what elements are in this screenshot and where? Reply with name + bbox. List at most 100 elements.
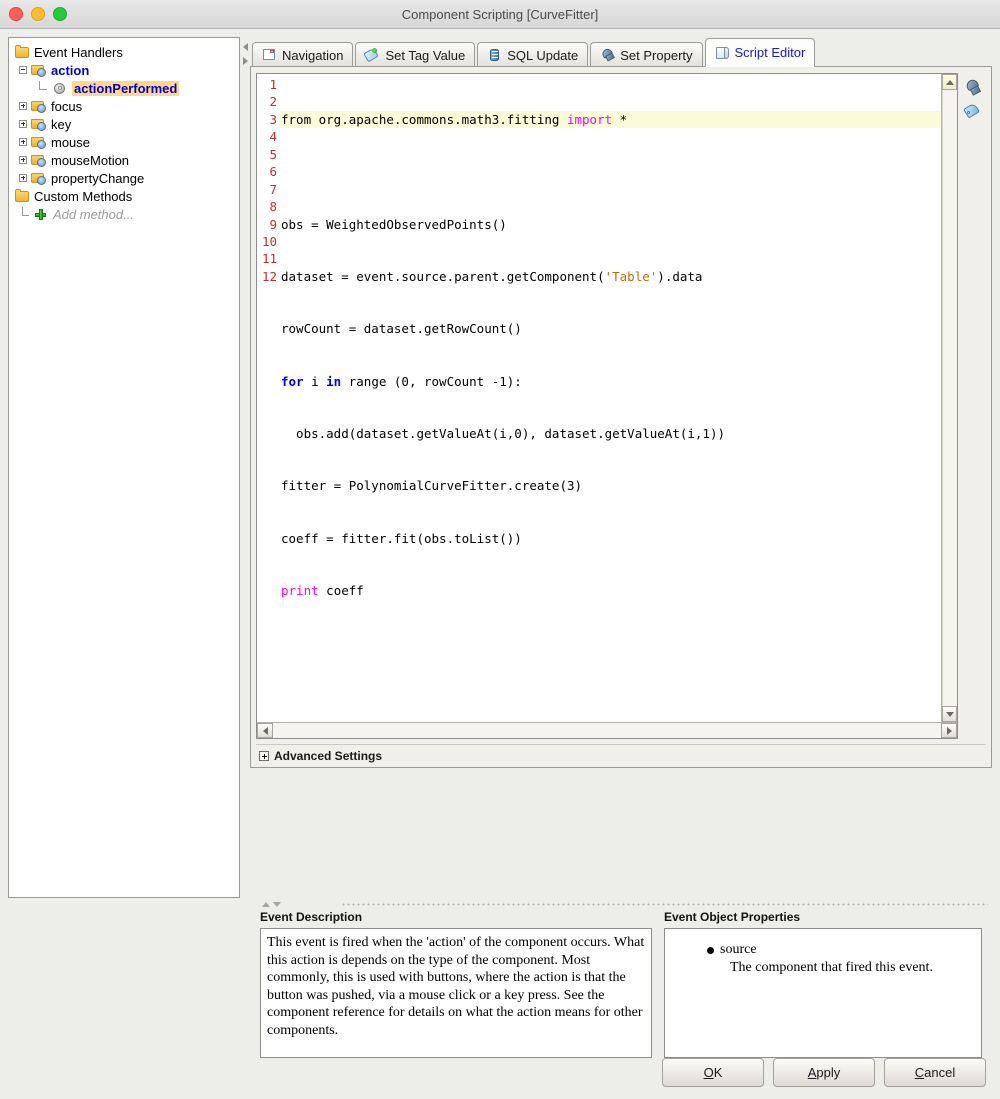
advanced-settings-toggle[interactable]: Advanced Settings [256, 744, 986, 767]
tree-node-mouse[interactable]: mouse [9, 133, 239, 151]
folder-icon [14, 45, 31, 60]
script-icon [715, 46, 730, 60]
folder-gear-icon [31, 171, 48, 186]
minimize-button[interactable] [31, 7, 45, 21]
tab-label: Set Property [620, 48, 692, 63]
expand-toggle-focus[interactable] [17, 100, 30, 113]
code-text[interactable]: from org.apache.commons.math3.fitting im… [279, 74, 941, 722]
folder-gear-icon [31, 99, 48, 114]
tab-label: Set Tag Value [385, 48, 465, 63]
close-button[interactable] [9, 7, 23, 21]
expand-toggle-mouse[interactable] [17, 136, 30, 149]
tab-navigation[interactable]: Navigation [252, 42, 353, 67]
event-description-panel: Event Description This event is fired wh… [260, 910, 652, 1058]
splitter-collapse-down-icon[interactable] [273, 902, 281, 907]
tree-node-event-handlers[interactable]: Event Handlers [9, 43, 239, 61]
tree-node-focus[interactable]: focus [9, 97, 239, 115]
event-description-text: This event is fired when the 'action' of… [260, 928, 652, 1058]
expand-toggle-key[interactable] [17, 118, 30, 131]
insert-property-icon[interactable] [963, 79, 982, 97]
tab-script-editor[interactable]: Script Editor [705, 38, 816, 67]
window-title: Component Scripting [CurveFitter] [0, 7, 1000, 22]
code-line [279, 163, 941, 180]
tree-node-label: Add method... [53, 207, 134, 222]
editor-wrapper: 1 2 3 4 5 6 7 8 9 10 [256, 73, 986, 739]
tree-node-add-method[interactable]: Add method... [9, 205, 239, 223]
apply-label: Apply [808, 1065, 841, 1080]
expand-toggle-property-change[interactable] [17, 172, 30, 185]
code-line [279, 634, 941, 651]
scroll-up-button[interactable] [942, 74, 957, 90]
apply-button[interactable]: Apply [773, 1058, 875, 1087]
code-line: obs.add(dataset.getValueAt(i,0), dataset… [279, 425, 941, 442]
line-number: 2 [257, 93, 279, 110]
ok-button[interactable]: OK [662, 1058, 764, 1087]
line-number-gutter: 1 2 3 4 5 6 7 8 9 10 [257, 74, 279, 722]
splitter-handles[interactable] [262, 902, 281, 907]
tree-node-property-change[interactable]: propertyChange [9, 169, 239, 187]
horizontal-splitter[interactable] [260, 898, 992, 910]
expand-toggle-mouse-motion[interactable] [17, 154, 30, 167]
tree-node-custom-methods[interactable]: Custom Methods [9, 187, 239, 205]
line-number: 7 [257, 181, 279, 198]
script-editor-pane: 1 2 3 4 5 6 7 8 9 10 [250, 66, 992, 768]
line-number: 8 [257, 198, 279, 215]
splitter-collapse-up-icon[interactable] [262, 902, 270, 907]
tree-node-action[interactable]: action [9, 61, 239, 79]
hscroll-track[interactable] [273, 723, 941, 738]
tree-node-label: propertyChange [51, 171, 144, 186]
folder-gear-icon [31, 153, 48, 168]
code-line: dataset = event.source.parent.getCompone… [279, 268, 941, 285]
editor-horizontal-scrollbar[interactable] [257, 722, 957, 738]
splitter-collapse-right-icon[interactable] [243, 57, 248, 65]
insert-tag-icon[interactable] [963, 103, 982, 120]
splitter-grip[interactable] [341, 903, 988, 906]
code-line: obs = WeightedObservedPoints() [279, 216, 941, 233]
tree-node-mouse-motion[interactable]: mouseMotion [9, 151, 239, 169]
event-object-properties-title: Event Object Properties [664, 910, 982, 924]
tree-node-label: action [51, 63, 89, 78]
line-number: 12 [257, 268, 279, 285]
code-surface[interactable]: 1 2 3 4 5 6 7 8 9 10 [257, 74, 941, 722]
code-line: coeff = fitter.fit(obs.toList()) [279, 530, 941, 547]
gear-icon [52, 81, 69, 96]
code-line: for i in range (0, rowCount -1): [279, 373, 941, 390]
editor-vertical-scrollbar[interactable] [941, 74, 957, 722]
code-line: fitter = PolynomialCurveFitter.create(3) [279, 477, 941, 494]
code-editor-viewport[interactable]: 1 2 3 4 5 6 7 8 9 10 [257, 74, 957, 722]
tree-node-label: mouse [51, 135, 90, 150]
code-line: print coeff [279, 582, 941, 599]
maximize-button[interactable] [53, 7, 67, 21]
property-name: source [720, 941, 757, 959]
tab-set-tag-value[interactable]: Set Tag Value [355, 42, 475, 67]
line-number: 4 [257, 128, 279, 145]
tree-node-label: key [51, 117, 71, 132]
expand-plus-icon[interactable] [259, 751, 269, 761]
lower-info-area: Event Description This event is fired wh… [260, 910, 992, 1058]
event-object-properties-panel: Event Object Properties source The compo… [664, 910, 982, 1058]
code-line: from org.apache.commons.math3.fitting im… [279, 111, 941, 128]
splitter-collapse-left-icon[interactable] [243, 43, 248, 51]
tab-label: Script Editor [735, 45, 806, 60]
list-item: source [675, 941, 971, 959]
scroll-track[interactable] [942, 90, 957, 706]
scroll-left-button[interactable] [257, 723, 273, 738]
code-editor[interactable]: 1 2 3 4 5 6 7 8 9 10 [256, 73, 958, 739]
line-number: 10 [257, 233, 279, 250]
cancel-button[interactable]: Cancel [884, 1058, 986, 1087]
tree-node-label: focus [51, 99, 82, 114]
code-line: rowCount = dataset.getRowCount() [279, 320, 941, 337]
tab-set-property[interactable]: Set Property [590, 42, 702, 67]
collapse-toggle-action[interactable] [17, 64, 30, 77]
window-titlebar: Component Scripting [CurveFitter] [0, 0, 1000, 29]
scroll-right-button[interactable] [941, 723, 957, 738]
tree-node-action-performed[interactable]: actionPerformed [9, 79, 239, 97]
scroll-down-button[interactable] [942, 706, 957, 722]
chevron-left-icon [263, 727, 268, 735]
database-icon [487, 48, 502, 62]
vertical-splitter[interactable] [240, 37, 250, 898]
tab-sql-update[interactable]: SQL Update [477, 42, 588, 67]
tree-node-key[interactable]: key [9, 115, 239, 133]
event-tree-panel[interactable]: Event Handlers action actionPerformed [8, 37, 240, 898]
folder-gear-icon [31, 135, 48, 150]
